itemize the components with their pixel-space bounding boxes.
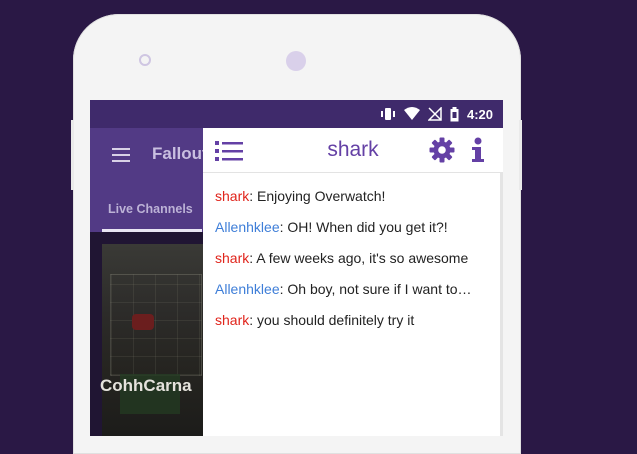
status-bar: 4:20 (90, 100, 503, 128)
chat-message: shark: A few weeks ago, it's so awesome (215, 250, 468, 266)
chat-message-text: : Oh boy, not sure if I want to… (279, 281, 472, 297)
chat-message-text: : you should definitely try it (249, 312, 415, 328)
signal-icon (427, 107, 442, 121)
tab-live-channels[interactable]: Live Channels (108, 202, 193, 216)
chat-username[interactable]: shark (215, 250, 249, 266)
chat-panel: shark shark: Enjoying Overwatch! Allenhk… (203, 128, 503, 436)
chat-username[interactable]: Allenhklee (215, 281, 280, 297)
chat-title: shark (327, 138, 379, 161)
stream-preview-grid (110, 274, 202, 376)
app-title: Fallout (152, 144, 208, 163)
channel-name: CohhCarna (100, 376, 192, 395)
gear-icon[interactable] (429, 137, 455, 163)
stream-preview-detail (132, 314, 154, 330)
status-time: 4:20 (466, 106, 493, 122)
vibrate-icon (380, 108, 395, 120)
chat-message-text: : A few weeks ago, it's so awesome (249, 250, 469, 266)
info-icon[interactable] (469, 137, 487, 163)
chat-message: shark: you should definitely try it (215, 312, 414, 328)
tab-indicator (102, 229, 202, 232)
chat-message: Allenhklee: OH! When did you get it?! (215, 219, 448, 235)
chat-message: shark: Enjoying Overwatch! (215, 188, 385, 204)
chat-message: Allenhklee: Oh boy, not sure if I want t… (215, 281, 472, 297)
chat-header: shark (203, 128, 503, 173)
hamburger-menu-icon[interactable] (112, 148, 130, 162)
chat-message-text: : OH! When did you get it?! (279, 219, 448, 235)
chat-message-text: : Enjoying Overwatch! (249, 188, 386, 204)
camera-icon (286, 51, 306, 71)
side-button (71, 120, 74, 190)
chat-username[interactable]: shark (215, 188, 249, 204)
chat-divider (500, 172, 503, 436)
chat-username[interactable]: shark (215, 312, 249, 328)
wifi-icon (403, 107, 420, 120)
side-button (519, 120, 522, 190)
stream-thumbnail[interactable] (102, 244, 212, 436)
sensor-icon (139, 54, 151, 66)
chat-username[interactable]: Allenhklee (215, 219, 280, 235)
battery-icon (450, 106, 459, 121)
